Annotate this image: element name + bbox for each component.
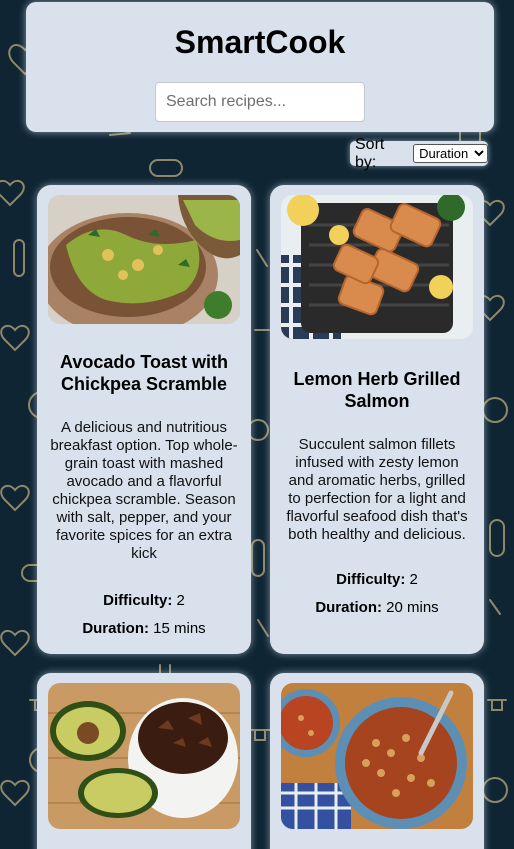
recipe-card[interactable]: Lemon Herb Grilled Salmon Succulent salm… — [270, 185, 484, 654]
difficulty-value: 2 — [176, 592, 185, 609]
difficulty-value: 2 — [409, 571, 418, 588]
recipe-duration: Duration: 15 mins — [37, 620, 251, 638]
duration-label: Duration: — [82, 620, 149, 637]
recipe-difficulty: Difficulty: 2 — [270, 571, 484, 589]
recipe-difficulty: Difficulty: 2 — [37, 592, 251, 610]
recipe-image-grilled-salmon — [281, 195, 473, 339]
recipe-card[interactable]: Avocado Toast with Chickpea Scramble A d… — [37, 185, 251, 654]
difficulty-label: Difficulty: — [103, 592, 173, 609]
recipe-title: Lemon Herb Grilled Salmon — [293, 369, 461, 411]
sort-select[interactable]: Duration — [413, 144, 488, 163]
duration-label: Duration: — [315, 599, 382, 616]
recipe-description: A delicious and nutritious breakfast opt… — [50, 419, 238, 562]
recipe-title: Avocado Toast with Chickpea Scramble — [59, 352, 228, 394]
recipe-card[interactable] — [37, 673, 251, 849]
recipe-image-avocado-chocolate — [48, 683, 240, 829]
recipe-image-lentil-stew — [281, 683, 473, 829]
recipe-duration: Duration: 20 mins — [270, 599, 484, 617]
recipe-card[interactable] — [270, 673, 484, 849]
recipe-description: Succulent salmon fillets infused with ze… — [286, 436, 468, 543]
duration-value: 15 mins — [153, 620, 206, 637]
duration-value: 20 mins — [386, 599, 439, 616]
difficulty-label: Difficulty: — [336, 571, 406, 588]
search-input[interactable] — [155, 82, 365, 122]
app-header: SmartCook — [26, 2, 494, 132]
sort-control: Sort by: Duration — [350, 136, 488, 171]
app-title: SmartCook — [174, 24, 346, 60]
sort-label: Sort by: — [355, 135, 385, 171]
recipe-image-avocado-toast — [48, 195, 240, 324]
